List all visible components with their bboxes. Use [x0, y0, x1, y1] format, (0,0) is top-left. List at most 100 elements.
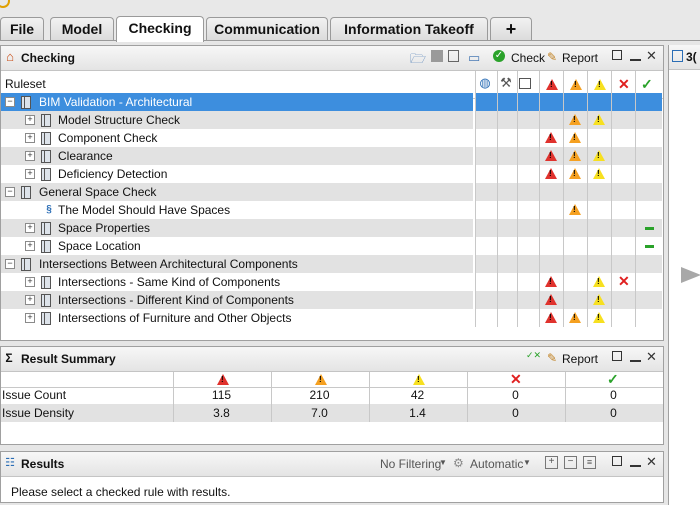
tab-communication[interactable]: Communication — [206, 17, 328, 40]
chevron-down-icon[interactable]: ▼ — [523, 458, 531, 467]
ruleset-tree: − BIM Validation - Architectural + Model St… — [1, 71, 663, 333]
restore-icon[interactable] — [612, 351, 622, 361]
result-summary-title: Result Summary — [21, 352, 116, 366]
save-as-icon[interactable] — [448, 50, 459, 62]
ruleset-row-status — [475, 237, 662, 255]
restore-icon[interactable] — [612, 50, 622, 60]
ruleset-row[interactable]: − General Space Check — [1, 183, 473, 201]
list-view-icon[interactable]: ≡ — [583, 456, 596, 469]
ruleset-row[interactable]: + Deficiency Detection — [1, 165, 473, 183]
ruleset-column-header: Ruleset — [5, 77, 46, 91]
ruleset-row[interactable]: § The Model Should Have Spaces — [1, 201, 473, 219]
ok-filter-icon[interactable]: ✓✕ — [526, 350, 541, 361]
expand-icon[interactable]: + — [25, 115, 35, 125]
column-divider — [497, 71, 498, 327]
ruleset-row[interactable]: + Clearance — [1, 147, 473, 165]
expand-icon[interactable]: + — [25, 295, 35, 305]
expand-icon[interactable]: + — [25, 313, 35, 323]
filter-dropdown[interactable]: No Filtering — [380, 457, 441, 471]
tab-checking[interactable]: Checking — [116, 16, 204, 42]
column-divider — [173, 372, 174, 422]
ruleset-row[interactable]: + Component Check — [1, 129, 473, 147]
results-header: ☷ Results No Filtering ▼ ⚙ Automatic ▼ +… — [1, 452, 663, 477]
collapse-icon[interactable]: − — [5, 97, 15, 107]
3d-view-title: 3( — [686, 50, 697, 64]
ruleset-row[interactable]: + Space Properties — [1, 219, 473, 237]
check-button[interactable]: Check — [511, 51, 545, 65]
report-icon[interactable]: ✎ — [547, 351, 557, 365]
expand-icon[interactable]: + — [25, 241, 35, 251]
column-divider — [517, 71, 518, 327]
low-issue-icon: ! — [593, 150, 605, 161]
minimize-icon[interactable] — [630, 56, 641, 61]
ruleset-book-icon — [41, 168, 51, 181]
expand-icon[interactable]: + — [25, 169, 35, 179]
ruleset-book-icon — [41, 150, 51, 163]
tab-file[interactable]: File — [0, 17, 44, 40]
ruleset-book-icon — [41, 114, 51, 127]
summary-cell: 3.8 — [213, 406, 230, 420]
ruleset-row-label: Intersections of Furniture and Other Obj… — [58, 311, 292, 325]
low-issue-icon: ! — [593, 312, 605, 323]
report-button[interactable]: Report — [562, 51, 598, 65]
ruleset-row-status: !! — [475, 291, 662, 309]
add-tab-button[interactable]: + — [490, 17, 532, 40]
minimize-icon[interactable] — [630, 462, 641, 467]
accepted-icon: ✓ — [607, 371, 619, 387]
minimize-icon[interactable] — [630, 357, 641, 362]
report-icon[interactable]: ✎ — [547, 50, 557, 64]
ruleset-row-status — [475, 255, 662, 273]
collapse-icon[interactable]: − — [5, 259, 15, 269]
critical-issue-icon: ! — [545, 168, 557, 179]
summary-cell: 210 — [309, 388, 330, 402]
result-summary-panel: Σ Result Summary ✓✕ ✎ Report ✕ ! ! ! ✕ ✓… — [0, 346, 664, 445]
collapse-all-icon[interactable]: − — [564, 456, 577, 469]
checking-panel: ⌂ Checking 🗁 ▭ ✓ Check ✎ Report ✕ Rulese… — [0, 45, 664, 341]
ruleset-row[interactable]: + Space Location — [1, 237, 473, 255]
moderate-issue-icon: ! — [569, 204, 581, 215]
check-icon[interactable]: ✓ — [493, 50, 505, 62]
globe-icon: ◍ — [479, 75, 491, 90]
automatic-dropdown[interactable]: Automatic — [470, 457, 523, 471]
ruleset-row[interactable]: − Intersections Between Architectural Com… — [1, 255, 473, 273]
moderate-issue-icon: ! — [569, 114, 581, 125]
chevron-down-icon[interactable]: ▼ — [439, 458, 447, 467]
low-issue-icon: ! — [593, 114, 605, 125]
ruleset-row-status: !! ✕ — [475, 273, 662, 291]
summary-cell: 1.4 — [409, 406, 426, 420]
summary-row: Issue Count 115 210 42 0 0 — [1, 386, 663, 404]
result-summary-header: Σ Result Summary ✓✕ ✎ Report ✕ — [1, 347, 663, 372]
close-icon[interactable]: ✕ — [646, 49, 657, 62]
close-icon[interactable]: ✕ — [646, 350, 657, 363]
ruleset-row-label: Space Properties — [58, 221, 151, 235]
low-issue-icon: ! — [593, 168, 605, 179]
column-divider — [539, 71, 540, 327]
ruleset-row[interactable]: − BIM Validation - Architectural — [1, 93, 473, 111]
expand-icon[interactable]: + — [25, 151, 35, 161]
collapse-icon[interactable]: − — [5, 187, 15, 197]
tab-information-takeoff[interactable]: Information Takeoff — [330, 17, 488, 40]
report-button[interactable]: Report — [562, 352, 598, 366]
expand-icon[interactable]: + — [25, 223, 35, 233]
ruleset-row[interactable]: + Model Structure Check — [1, 111, 473, 129]
checking-panel-header: ⌂ Checking 🗁 ▭ ✓ Check ✎ Report ✕ — [1, 46, 663, 71]
hammer-icon: ⚒ — [500, 75, 512, 90]
folder-icon[interactable]: ▭ — [468, 50, 480, 66]
tab-model[interactable]: Model — [50, 17, 114, 40]
expand-all-icon[interactable]: + — [545, 456, 558, 469]
results-message: Please select a checked rule with result… — [11, 485, 231, 499]
ruleset-row[interactable]: + Intersections - Different Kind of Compo… — [1, 291, 473, 309]
ruleset-row-status: !! — [475, 129, 662, 147]
expand-icon[interactable]: + — [25, 133, 35, 143]
ruleset-row[interactable]: + Intersections - Same Kind of Components — [1, 273, 473, 291]
3d-model-fragment — [681, 267, 700, 283]
ruleset-row[interactable]: + Intersections of Furniture and Other Ob… — [1, 309, 473, 327]
restore-icon[interactable] — [612, 456, 622, 466]
rejected-icon: ✕ — [510, 371, 522, 387]
ruleset-book-icon — [41, 132, 51, 145]
close-icon[interactable]: ✕ — [646, 455, 657, 468]
moderate-issue-icon: ! — [569, 132, 581, 143]
open-folder-icon[interactable]: 🗁 — [410, 50, 426, 72]
expand-icon[interactable]: + — [25, 277, 35, 287]
summary-cell: 42 — [410, 388, 425, 402]
